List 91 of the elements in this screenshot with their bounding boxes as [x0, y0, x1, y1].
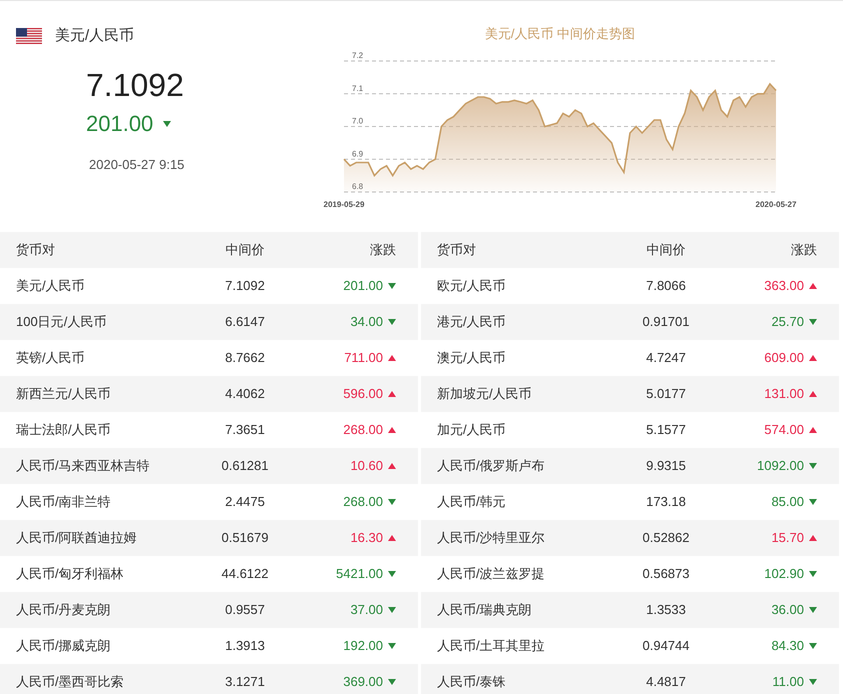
table-cell-text: 711.00 [344, 349, 383, 368]
table-cell-text: 609.00 [764, 349, 804, 368]
table-cell-text: 1.3533 [645, 601, 687, 620]
table-cell-text: 港元/人民币 [437, 313, 507, 332]
table-cell-text: 人民币/沙特里亚尔 [437, 529, 546, 548]
table-cell-text: 6.6147 [224, 313, 266, 332]
table-cell-text: 0.56873 [642, 565, 690, 584]
table-cell-text: 192.00 [343, 637, 383, 656]
table-cell-text: 人民币/泰铢 [437, 673, 507, 692]
y-tick-label: 7.0 [352, 116, 364, 126]
table-cell-text: 人民币/波兰兹罗提 [437, 565, 546, 584]
mid-price: 7.1092 [86, 66, 185, 104]
table-cell-text: 人民币/土耳其里拉 [437, 637, 546, 656]
table-cell-text: 0.51679 [220, 529, 270, 548]
table-cell-text: 0.91701 [642, 313, 690, 332]
column-header: 中间价 [224, 241, 266, 260]
table-cell-text: 2.4475 [224, 493, 266, 512]
table-cell-text: 人民币/瑞典克朗 [437, 601, 533, 620]
table-cell-text: 人民币/匈牙利福林 [16, 565, 125, 584]
table-cell-text: 596.00 [343, 385, 383, 404]
table-cell-text: 欧元/人民币 [437, 277, 507, 296]
table-cell-text: 7.1092 [224, 277, 266, 296]
table-cell-text: 0.94744 [642, 637, 690, 656]
currency-pair-title: 美元/人民币 [55, 26, 134, 46]
table-cell-text: 人民币/马来西亚林吉特 [16, 457, 151, 476]
table-cell-text: 11.00 [772, 673, 804, 692]
table-cell-text: 574.00 [764, 421, 804, 440]
table-cell-text: 369.00 [343, 673, 383, 692]
table-cell-text: 37.00 [350, 601, 383, 620]
column-header: 涨跌 [369, 241, 396, 260]
table-cell-text: 3.1271 [224, 673, 266, 692]
table-cell-text: 美元/人民币 [16, 277, 86, 296]
column-header: 涨跌 [790, 241, 817, 260]
price-change: 201.00 [86, 110, 154, 138]
y-tick-label: 6.9 [352, 149, 364, 158]
table-cell-text: 10.60 [350, 457, 383, 476]
table-cell-text: 人民币/俄罗斯卢布 [437, 457, 546, 476]
table-cell-text: 0.61281 [220, 457, 270, 476]
x-tick-label: 2019-05-29 [324, 200, 364, 209]
table-cell-text: 15.70 [771, 529, 804, 548]
table-cell-text: 人民币/南非兰特 [16, 493, 112, 512]
table-cell-text: 7.8066 [645, 277, 687, 296]
table-cell-text: 人民币/阿联酋迪拉姆 [16, 529, 138, 548]
table-cell-text: 5421.00 [336, 565, 383, 584]
table-cell-text: 澳元/人民币 [437, 349, 507, 368]
table-cell-text: 173.18 [645, 493, 687, 512]
table-cell-text: 36.00 [771, 601, 804, 620]
table-cell-text: 4.7247 [645, 349, 687, 368]
table-cell-text: 84.30 [771, 637, 804, 656]
table-cell-text: 5.0177 [645, 385, 687, 404]
table-cell-text: 201.00 [343, 277, 383, 296]
table-cell-text: 人民币/韩元 [437, 493, 507, 512]
column-header: 货币对 [16, 241, 56, 260]
flag-icon [16, 28, 42, 44]
table-cell-text: 5.1577 [645, 421, 687, 440]
table-cell-text: 131.00 [764, 385, 804, 404]
y-tick-label: 6.8 [352, 182, 364, 191]
table-cell-text: 100日元/人民币 [16, 313, 108, 332]
table-cell-text: 7.3651 [224, 421, 266, 440]
table-cell-text: 人民币/挪威克朗 [16, 637, 112, 656]
column-header: 中间价 [646, 241, 686, 260]
x-tick-label: 2020-05-27 [756, 200, 796, 209]
table-cell-text: 363.00 [764, 277, 804, 296]
column-header: 货币对 [437, 241, 477, 260]
y-tick-label: 7.1 [352, 84, 364, 93]
table-cell-text: 加元/人民币 [437, 421, 507, 440]
table-cell-text: 英镑/人民币 [16, 349, 86, 368]
table-cell-text: 268.00 [343, 421, 383, 440]
table-cell-text: 新西兰元/人民币 [16, 385, 112, 404]
table-cell-text: 16.30 [350, 529, 383, 548]
table-cell-text: 1.3913 [224, 637, 266, 656]
table-cell-text: 268.00 [343, 493, 383, 512]
table-cell-text: 瑞士法郎/人民币 [16, 421, 112, 440]
table-cell-text: 4.4062 [224, 385, 266, 404]
table-cell-text: 25.70 [771, 313, 804, 332]
table-cell-text: 9.9315 [645, 457, 687, 476]
table-cell-text: 0.9557 [224, 601, 266, 620]
table-cell-text: 102.90 [764, 565, 804, 584]
y-tick-label: 7.2 [352, 51, 364, 60]
table-cell-text: 8.7662 [224, 349, 266, 368]
table-cell-text: 1092.00 [757, 457, 804, 476]
table-cell-text: 人民币/丹麦克朗 [16, 601, 112, 620]
table-cell-text: 新加坡元/人民币 [437, 385, 533, 404]
table-cell-text: 人民币/墨西哥比索 [16, 673, 125, 692]
chart-title: 美元/人民币 中间价走势图 [484, 25, 636, 43]
table-cell-text: 44.6122 [220, 565, 270, 584]
table-cell-text: 85.00 [771, 493, 804, 512]
table-cell-text: 4.4817 [645, 673, 687, 692]
table-cell-text: 0.52862 [642, 529, 690, 548]
update-time: 2020-05-27 9:15 [88, 156, 186, 174]
table-cell-text: 34.00 [350, 313, 383, 332]
